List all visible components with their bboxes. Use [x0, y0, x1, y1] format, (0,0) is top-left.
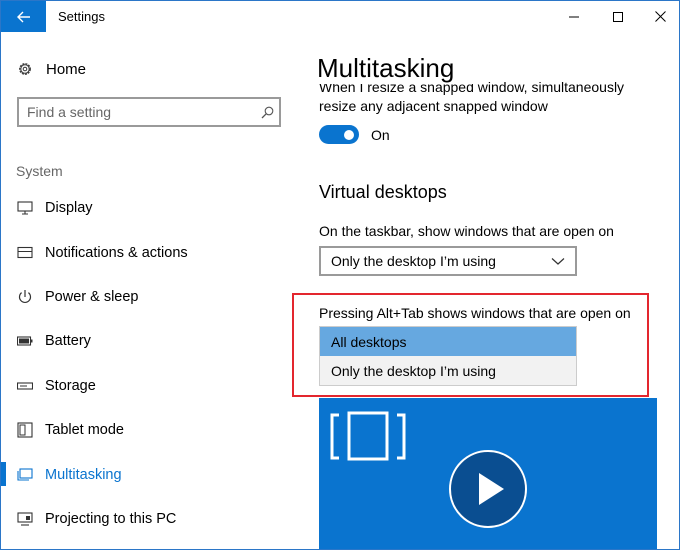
home-link[interactable]: Home [17, 58, 86, 80]
play-button[interactable] [448, 449, 528, 534]
tablet-mode-icon [17, 422, 33, 438]
close-icon [654, 11, 666, 22]
maximize-icon [613, 11, 623, 22]
battery-icon [17, 333, 33, 349]
taskbar-setting-label: On the taskbar, show windows that are op… [319, 223, 614, 239]
toggle-state-label: On [371, 126, 390, 143]
sidebar-item-label: Power & sleep [45, 288, 139, 305]
taskbar-windows-select[interactable]: Only the desktop I’m using [319, 246, 577, 276]
dropdown-option-current-desktop[interactable]: Only the desktop I’m using [320, 356, 576, 385]
play-icon [449, 450, 527, 528]
sidebar-item-battery[interactable]: Battery [1, 319, 301, 363]
multitasking-icon [17, 467, 33, 483]
display-icon [17, 200, 33, 216]
sidebar-item-label: Multitasking [45, 466, 122, 483]
sidebar-item-display[interactable]: Display [1, 186, 301, 230]
alttab-dropdown-list: All desktops Only the desktop I’m using [319, 326, 577, 386]
sidebar-item-label: Projecting to this PC [45, 510, 177, 527]
sidebar-item-label: Battery [45, 333, 91, 350]
sidebar-item-multitasking[interactable]: Multitasking [1, 452, 301, 496]
sidebar-item-power-sleep[interactable]: Power & sleep [1, 275, 301, 319]
search-input[interactable] [19, 99, 255, 125]
power-icon [17, 289, 33, 305]
sidebar-item-projecting[interactable]: Projecting to this PC [1, 497, 301, 541]
window-title: Settings [58, 9, 105, 24]
minimize-button[interactable] [551, 1, 597, 32]
maximize-button[interactable] [595, 1, 641, 32]
search-box[interactable] [17, 97, 281, 127]
search-icon[interactable] [255, 106, 279, 119]
sidebar-item-label: Tablet mode [45, 422, 124, 439]
section-label-system: System [16, 163, 63, 179]
title-bar: Settings [1, 1, 679, 32]
sidebar-item-notifications[interactable]: Notifications & actions [1, 230, 301, 274]
dropdown-option-all-desktops[interactable]: All desktops [320, 327, 576, 356]
sidebar: Home System Display [1, 32, 301, 549]
back-button[interactable] [1, 1, 46, 32]
home-label: Home [46, 60, 87, 78]
multitasking-video [319, 398, 657, 549]
chevron-down-icon [551, 258, 565, 265]
sidebar-item-tablet-mode[interactable]: Tablet mode [1, 408, 301, 452]
virtual-desktops-heading: Virtual desktops [319, 182, 447, 202]
settings-window: Settings Home Find a setting System Disp… [0, 0, 680, 550]
storage-icon [17, 378, 33, 394]
sidebar-item-label: Display [45, 200, 93, 217]
sidebar-item-storage[interactable]: Storage [1, 364, 301, 408]
minimize-icon [569, 16, 579, 17]
content-pane: Multitasking When I resize a snapped win… [301, 32, 679, 549]
projecting-icon [17, 511, 33, 527]
alttab-setting-label: Pressing Alt+Tab shows windows that are … [319, 305, 631, 321]
close-button[interactable] [637, 1, 679, 32]
sidebar-item-label: Notifications & actions [45, 244, 188, 261]
gear-icon [19, 63, 31, 75]
taskbar-select-value: Only the desktop I’m using [331, 253, 496, 269]
page-title: Multitasking [317, 53, 475, 84]
snap-resize-toggle[interactable] [319, 125, 359, 144]
snap-window-icon [330, 411, 406, 461]
sidebar-nav: Display Notifications & actions Power & … [1, 186, 301, 541]
notifications-icon [17, 245, 33, 261]
snap-resize-line-2: resize any adjacent snapped window [319, 98, 548, 114]
back-arrow-icon [16, 11, 30, 22]
sidebar-item-label: Storage [45, 377, 96, 394]
snap-resize-toggle-row: On [319, 125, 390, 144]
